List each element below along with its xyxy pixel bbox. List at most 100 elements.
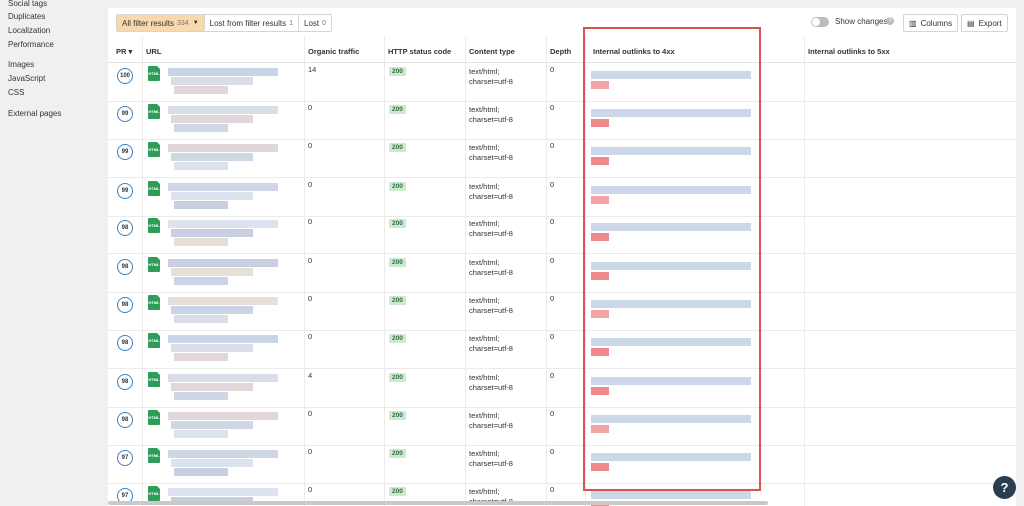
sidebar-item-css[interactable]: CSS xyxy=(8,88,24,98)
depth-value: 0 xyxy=(550,447,555,456)
redacted-outlink[interactable] xyxy=(591,262,751,270)
table-row[interactable]: 98 HTML 0 200 text/html; charset=utf-8 0 xyxy=(108,292,1016,331)
table-row[interactable]: 98 HTML 4 200 text/html; charset=utf-8 0 xyxy=(108,369,1016,408)
redacted-url[interactable] xyxy=(168,297,278,305)
redacted-url[interactable] xyxy=(168,144,278,152)
redacted-url[interactable] xyxy=(168,220,278,228)
redacted-outlink[interactable] xyxy=(591,415,751,423)
table-row[interactable]: 99 HTML 0 200 text/html; charset=utf-8 0 xyxy=(108,178,1016,217)
sidebar-item-duplicates[interactable]: Duplicates xyxy=(8,12,45,22)
organic-traffic-value: 0 xyxy=(308,409,313,418)
table-row[interactable]: 99 HTML 0 200 text/html; charset=utf-8 0 xyxy=(108,139,1016,178)
redacted-outlink[interactable] xyxy=(591,491,751,499)
redacted-url[interactable] xyxy=(174,468,228,476)
table-row[interactable]: 97 HTML 0 200 text/html;charset=utf-8 0 xyxy=(108,445,1016,484)
redacted-url[interactable] xyxy=(168,335,278,343)
sort-desc-icon: ▾ xyxy=(128,47,133,56)
redacted-outlink[interactable] xyxy=(591,300,751,308)
columns-label: Columns xyxy=(920,18,953,28)
redacted-url[interactable] xyxy=(174,315,228,323)
redacted-outlink[interactable] xyxy=(591,147,751,155)
redacted-url[interactable] xyxy=(174,353,228,361)
redacted-url[interactable] xyxy=(171,153,253,161)
redacted-outlink[interactable] xyxy=(591,377,751,385)
col-header-organic-traffic[interactable]: Organic traffic xyxy=(308,47,359,56)
redacted-url[interactable] xyxy=(168,412,278,420)
redacted-url[interactable] xyxy=(171,77,253,85)
redacted-url[interactable] xyxy=(171,459,253,467)
col-header-pr[interactable]: PR ▾ xyxy=(116,47,132,56)
redacted-outlink[interactable] xyxy=(591,338,751,346)
redacted-outlink-error[interactable] xyxy=(591,272,609,280)
sidebar-item-external-pages[interactable]: External pages xyxy=(8,109,61,119)
redacted-url[interactable] xyxy=(171,192,253,200)
content-type-value: text/html;charset=utf-8 xyxy=(469,182,513,202)
sidebar-item-performance[interactable]: Performance xyxy=(8,40,54,50)
redacted-url[interactable] xyxy=(168,259,278,267)
redacted-url[interactable] xyxy=(174,162,228,170)
redacted-outlink-error[interactable] xyxy=(591,81,609,89)
redacted-url[interactable] xyxy=(171,115,253,123)
redacted-url[interactable] xyxy=(171,306,253,314)
table-row[interactable]: 98 HTML 0 200 text/html; charset=utf-8 0 xyxy=(108,254,1016,293)
filter-all-results[interactable]: All filter results 334 ▼ xyxy=(117,15,205,31)
redacted-url[interactable] xyxy=(168,450,278,458)
table-row[interactable]: 99 HTML 0 200 text/html; charset=utf-8 0 xyxy=(108,101,1016,140)
horizontal-scrollbar[interactable] xyxy=(108,501,768,505)
redacted-url[interactable] xyxy=(174,430,228,438)
columns-button[interactable]: ▥ Columns xyxy=(903,14,959,32)
redacted-outlink-error[interactable] xyxy=(591,425,609,433)
sidebar-item-localization[interactable]: Localization xyxy=(8,26,50,36)
redacted-url[interactable] xyxy=(171,421,253,429)
col-header-content-type[interactable]: Content type xyxy=(469,47,515,56)
redacted-outlink-error[interactable] xyxy=(591,233,609,241)
col-header-url[interactable]: URL xyxy=(146,47,161,56)
help-button[interactable]: ? xyxy=(993,476,1016,499)
redacted-url[interactable] xyxy=(168,374,278,382)
redacted-url[interactable] xyxy=(168,68,278,76)
col-header-internal-4xx[interactable]: Internal outlinks to 4xx xyxy=(593,47,675,56)
redacted-url[interactable] xyxy=(171,383,253,391)
redacted-url[interactable] xyxy=(174,392,228,400)
redacted-outlink[interactable] xyxy=(591,71,751,79)
redacted-url[interactable] xyxy=(171,344,253,352)
content-type-value: text/html;charset=utf-8 xyxy=(469,105,513,125)
redacted-outlink-error[interactable] xyxy=(591,310,609,318)
redacted-outlink[interactable] xyxy=(591,109,751,117)
redacted-outlink[interactable] xyxy=(591,186,751,194)
show-changes-toggle[interactable] xyxy=(811,17,829,27)
redacted-outlink-error[interactable] xyxy=(591,463,609,471)
redacted-outlink[interactable] xyxy=(591,223,751,231)
redacted-outlink[interactable] xyxy=(591,453,751,461)
export-button[interactable]: ▤ Export xyxy=(961,14,1008,32)
redacted-url[interactable] xyxy=(174,201,228,209)
help-icon[interactable]: ? xyxy=(886,17,894,25)
redacted-url[interactable] xyxy=(171,268,253,276)
redacted-url[interactable] xyxy=(168,488,278,496)
sidebar-item-javascript[interactable]: JavaScript xyxy=(8,74,45,84)
table-row[interactable]: 98 HTML 0 200 text/html; charset=utf-8 0 xyxy=(108,407,1016,446)
sidebar-item-images[interactable]: Images xyxy=(8,60,34,70)
sidebar-item-social-tags[interactable]: Social tags xyxy=(8,0,47,9)
filter-lost-from-results[interactable]: Lost from filter results 1 xyxy=(205,15,300,31)
filter-lost[interactable]: Lost 0 xyxy=(299,15,331,31)
redacted-outlink-error[interactable] xyxy=(591,119,609,127)
redacted-outlink-error[interactable] xyxy=(591,157,609,165)
redacted-outlink-error[interactable] xyxy=(591,387,609,395)
redacted-url[interactable] xyxy=(174,277,228,285)
redacted-url[interactable] xyxy=(174,238,228,246)
col-header-http-status[interactable]: HTTP status code xyxy=(388,47,451,56)
redacted-url[interactable] xyxy=(174,124,228,132)
redacted-url[interactable] xyxy=(171,229,253,237)
redacted-outlink-error[interactable] xyxy=(591,348,609,356)
col-header-internal-5xx[interactable]: Internal outlinks to 5xx xyxy=(808,47,890,56)
table-row[interactable]: 100 HTML 14 200 text/html; charset=utf-8 0 xyxy=(108,63,1016,102)
redacted-url[interactable] xyxy=(168,183,278,191)
col-header-depth[interactable]: Depth xyxy=(550,47,571,56)
table-row[interactable]: 98 HTML 0 200 text/html; charset=utf-8 0 xyxy=(108,215,1016,254)
html-file-icon: HTML xyxy=(148,448,160,463)
table-row[interactable]: 98 HTML 0 200 text/html; charset=utf-8 0 xyxy=(108,330,1016,369)
redacted-outlink-error[interactable] xyxy=(591,196,609,204)
redacted-url[interactable] xyxy=(168,106,278,114)
redacted-url[interactable] xyxy=(174,86,228,94)
